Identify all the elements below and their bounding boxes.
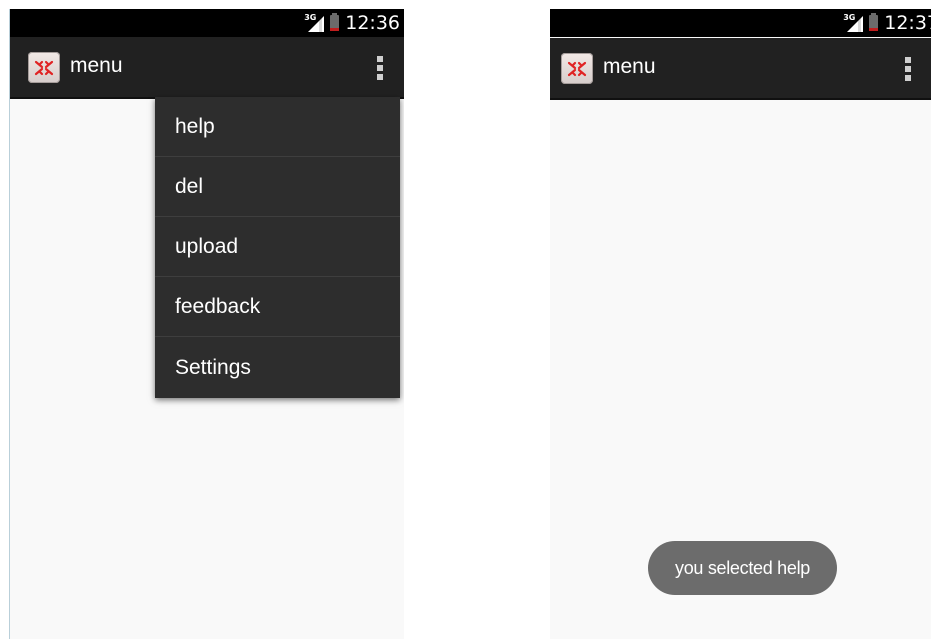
signal-icon: 3G [843, 13, 864, 32]
menu-item-upload[interactable]: upload [155, 217, 400, 277]
toast-message: you selected help [648, 541, 837, 595]
overflow-menu-icon[interactable] [368, 51, 392, 85]
menu-item-label: help [175, 114, 215, 138]
menu-item-del[interactable]: del [155, 157, 400, 217]
status-clock: 12:37 [884, 12, 931, 34]
app-title: menu [603, 55, 656, 78]
signal-icon: 3G [304, 13, 325, 32]
menu-item-label: Settings [175, 355, 251, 379]
menu-item-label: del [175, 174, 204, 198]
menu-item-settings[interactable]: Settings [155, 337, 400, 398]
menu-item-label: upload [175, 234, 239, 258]
status-bar: 3G 12:37 [550, 9, 931, 37]
action-bar: menu [550, 38, 931, 100]
overflow-menu: help del upload feedback Settings [155, 97, 400, 398]
status-icons: 3G 12:37 [843, 9, 931, 37]
menu-item-help[interactable]: help [155, 97, 400, 157]
status-bar: 3G 12:36 [10, 9, 404, 37]
phone-screen-right: 3G 12:37 menu you selected help [550, 9, 931, 639]
phone-screen-left: 3G 12:36 menu help del upload feedback S… [9, 9, 404, 639]
battery-icon [869, 13, 879, 31]
app-logo-icon[interactable] [561, 53, 593, 84]
battery-icon [330, 13, 340, 31]
status-icons: 3G 12:36 [304, 9, 400, 37]
app-title: menu [70, 54, 123, 77]
menu-item-feedback[interactable]: feedback [155, 277, 400, 337]
action-bar: menu [10, 37, 404, 99]
overflow-menu-icon[interactable] [896, 52, 920, 86]
app-logo-icon[interactable] [28, 52, 60, 83]
status-clock: 12:36 [345, 12, 400, 34]
menu-item-label: feedback [175, 294, 261, 318]
